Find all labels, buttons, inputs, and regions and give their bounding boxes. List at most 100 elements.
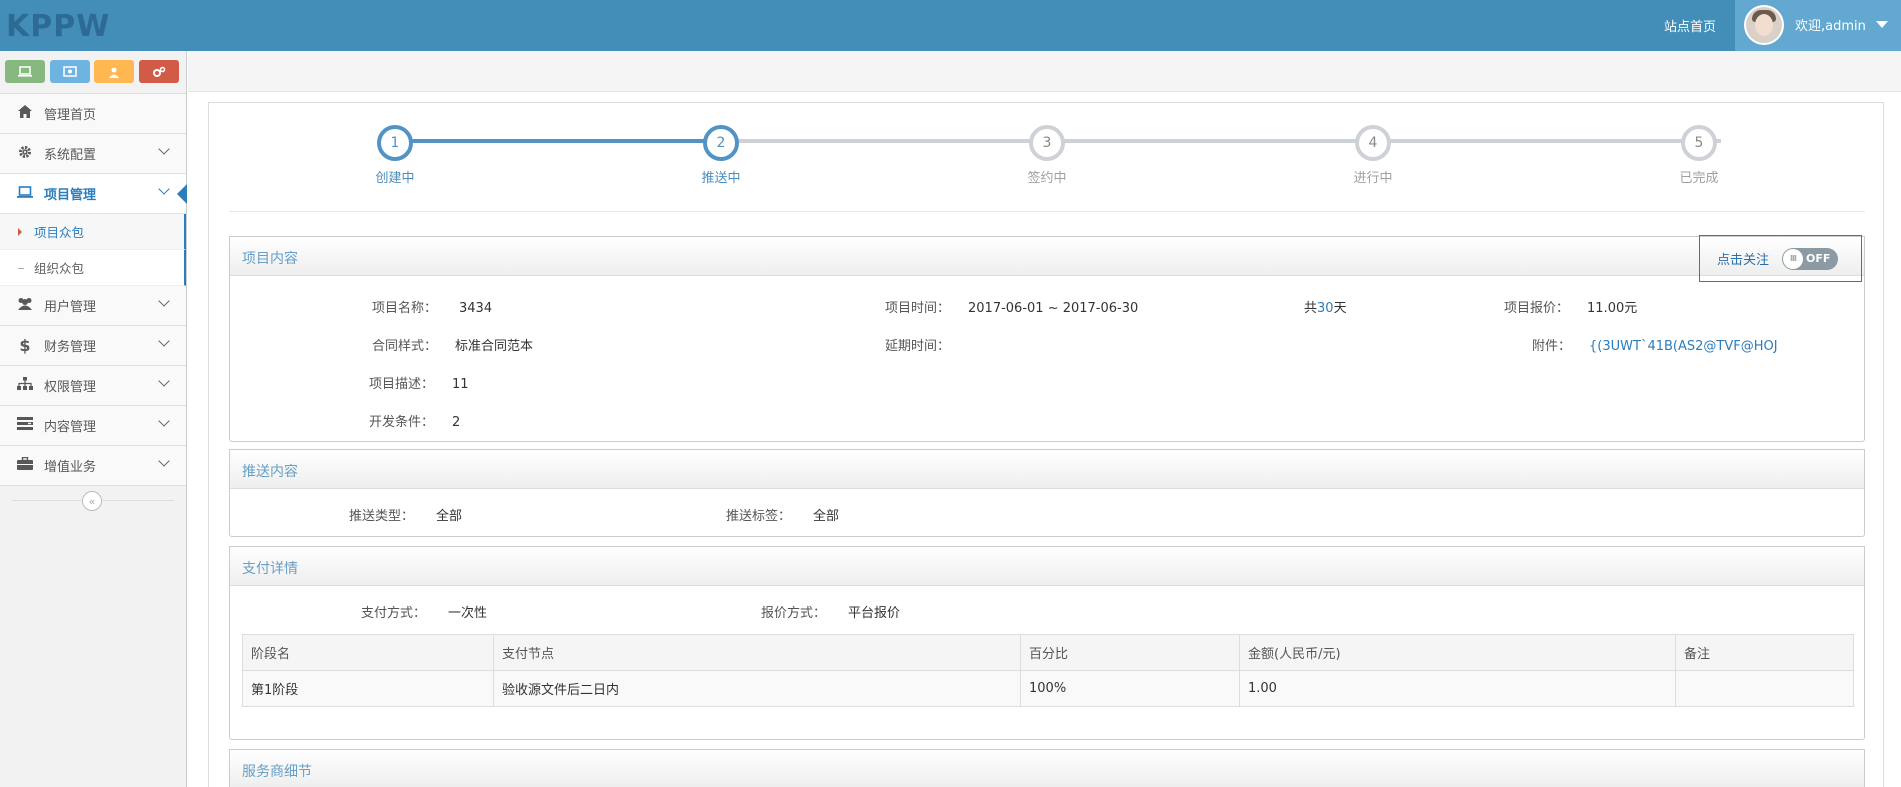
step-5: 5 已完成 bbox=[1659, 125, 1739, 186]
sidebar-subitem-label: 项目众包 bbox=[34, 225, 85, 240]
step-line-done bbox=[395, 139, 721, 143]
chevron-down-icon bbox=[158, 183, 170, 195]
field-attachment: 附件： {(3UWT`41B(AS2@TVF@HOJ bbox=[1532, 339, 1778, 354]
field-conditions: 开发条件： 2 bbox=[369, 415, 461, 430]
sidebar-subitem-project-crowdsourcing[interactable]: 项目众包 bbox=[0, 214, 186, 250]
field-push-type: 推送类型： 全部 bbox=[349, 509, 463, 524]
box-title: 项目内容 bbox=[242, 251, 298, 267]
follow-control: 点击关注 III OFF bbox=[1699, 235, 1862, 282]
col-percent: 百分比 bbox=[1020, 634, 1240, 671]
field-delay: 延期时间： bbox=[885, 339, 951, 354]
sidebar-item-system-config[interactable]: 系统配置 bbox=[0, 134, 186, 174]
step-3: 3 签约中 bbox=[1007, 125, 1087, 186]
box-header: 推送内容 bbox=[230, 450, 1864, 489]
dollar-icon: $ bbox=[19, 336, 31, 355]
sidebar: 管理首页 系统配置 项目管理 项目众包 组织众包 用户管理 $ 财务管理 权限管… bbox=[0, 51, 187, 787]
step-2: 2 推送中 bbox=[681, 125, 761, 186]
sidebar-item-label: 权限管理 bbox=[44, 380, 97, 395]
field-project-price: 项目报价： 11.00元 bbox=[1504, 301, 1638, 316]
chevron-down-icon bbox=[158, 375, 170, 387]
step-line-pending bbox=[721, 139, 1721, 143]
sitemap-icon bbox=[16, 377, 34, 394]
sidebar-item-content[interactable]: 内容管理 bbox=[0, 406, 186, 446]
field-quote-method: 报价方式： 平台报价 bbox=[761, 606, 901, 621]
sidebar-item-value-added[interactable]: 增值业务 bbox=[0, 446, 186, 486]
sidebar-item-label: 系统配置 bbox=[44, 148, 97, 163]
field-project-days: 共30天 bbox=[1304, 301, 1347, 316]
logo[interactable]: KPPW bbox=[6, 9, 110, 44]
chevron-down-icon bbox=[158, 143, 170, 155]
sidebar-item-label: 内容管理 bbox=[44, 420, 97, 435]
sidebar-item-label: 增值业务 bbox=[44, 460, 97, 475]
table-row: 第1阶段 验收源文件后二日内 100% 1.00 bbox=[242, 670, 1854, 707]
col-remark: 备注 bbox=[1675, 634, 1854, 671]
col-amount: 金额(人民币/元) bbox=[1239, 634, 1676, 671]
step-1: 1 创建中 bbox=[355, 125, 435, 186]
box-header: 支付详情 bbox=[230, 547, 1864, 586]
service-provider-box: 服务商细节 bbox=[229, 749, 1865, 787]
sidebar-subitem-org-crowdsourcing[interactable]: 组织众包 bbox=[0, 250, 186, 286]
step-4: 4 进行中 bbox=[1333, 125, 1413, 186]
eye-icon[interactable] bbox=[50, 60, 90, 83]
field-contract: 合同样式： 标准合同范本 bbox=[372, 339, 534, 354]
shortcut-bar bbox=[0, 51, 186, 94]
field-payment-method: 支付方式： 一次性 bbox=[361, 606, 488, 621]
field-project-time: 项目时间： 2017-06-01 ~ 2017-06-30 bbox=[885, 301, 1139, 316]
laptop-icon bbox=[16, 185, 34, 202]
chevron-down-icon bbox=[158, 295, 170, 307]
chevron-down-icon bbox=[158, 335, 170, 347]
top-navbar: KPPW 站点首页 欢迎,admin bbox=[0, 0, 1901, 51]
chevron-down-icon bbox=[158, 455, 170, 467]
progress-steps: 1 创建中 2 推送中 3 签约中 4 进行中 5 已完成 bbox=[209, 103, 1885, 223]
sidebar-item-label: 用户管理 bbox=[44, 300, 97, 315]
project-detail-panel: 1创建中 2推送中 3签约中 4进行中 5已完成 项目内容 点击关注 bbox=[208, 102, 1884, 787]
box-title: 支付详情 bbox=[242, 561, 298, 577]
breadcrumb bbox=[188, 51, 1901, 92]
sidebar-subitem-label: 组织众包 bbox=[34, 261, 85, 276]
chevron-down-icon bbox=[158, 415, 170, 427]
caret-down-icon bbox=[1876, 21, 1888, 28]
box-title: 推送内容 bbox=[242, 464, 298, 480]
list-icon bbox=[16, 417, 34, 434]
main-content: 1创建中 2推送中 3签约中 4进行中 5已完成 项目内容 点击关注 bbox=[188, 51, 1901, 787]
cogs-icon[interactable] bbox=[139, 60, 179, 83]
col-node: 支付节点 bbox=[493, 634, 1021, 671]
follow-label: 点击关注 bbox=[1717, 253, 1770, 268]
sidebar-item-permissions[interactable]: 权限管理 bbox=[0, 366, 186, 406]
home-icon bbox=[16, 105, 34, 122]
box-header: 服务商细节 bbox=[230, 750, 1864, 787]
field-description: 项目描述： 11 bbox=[369, 377, 469, 392]
follow-toggle[interactable]: III OFF bbox=[1782, 247, 1839, 270]
toggle-knob: III bbox=[1783, 248, 1804, 269]
caret-right-icon bbox=[18, 228, 22, 236]
laptop-icon[interactable] bbox=[5, 60, 45, 83]
sidebar-item-label: 项目管理 bbox=[44, 188, 97, 203]
field-push-tag: 推送标签： 全部 bbox=[726, 509, 840, 524]
sidebar-collapse: « bbox=[0, 486, 186, 516]
user-menu[interactable]: 欢迎,admin bbox=[1735, 0, 1901, 51]
user-icon[interactable] bbox=[94, 60, 134, 83]
site-home-link[interactable]: 站点首页 bbox=[1664, 16, 1716, 35]
table-header-row: 阶段名 支付节点 百分比 金额(人民币/元) 备注 bbox=[242, 634, 1854, 671]
field-project-name: 项目名称： 3434 bbox=[372, 301, 493, 316]
push-content-box: 推送内容 推送类型： 全部 推送标签： 全部 bbox=[229, 449, 1865, 537]
sidebar-item-label: 财务管理 bbox=[44, 340, 97, 355]
payment-details-box: 支付详情 支付方式： 一次性 报价方式： 平台报价 阶段名 支付节点 百分比 金额(… bbox=[229, 546, 1865, 740]
col-stage: 阶段名 bbox=[242, 634, 494, 671]
users-icon bbox=[16, 297, 34, 314]
gear-icon bbox=[16, 145, 34, 163]
sidebar-item-project-management[interactable]: 项目管理 bbox=[0, 174, 187, 214]
payment-table: 阶段名 支付节点 百分比 金额(人民币/元) 备注 第1阶段 验收源文件后二日内… bbox=[242, 634, 1854, 707]
sidebar-item-finance[interactable]: $ 财务管理 bbox=[0, 326, 186, 366]
box-title: 服务商细节 bbox=[242, 764, 312, 780]
attachment-link[interactable]: {(3UWT`41B(AS2@TVF@HOJ bbox=[1589, 339, 1778, 354]
box-header: 项目内容 点击关注 III OFF bbox=[230, 235, 1864, 282]
double-angle-left-icon[interactable]: « bbox=[82, 491, 102, 511]
project-content-box: 项目内容 点击关注 III OFF 项目名称： 3434 项目时间： 2017-06… bbox=[229, 235, 1865, 442]
sidebar-item-dashboard[interactable]: 管理首页 bbox=[0, 94, 186, 134]
sidebar-item-label: 管理首页 bbox=[44, 108, 97, 123]
dash-icon bbox=[18, 268, 24, 269]
briefcase-icon bbox=[16, 456, 34, 474]
sidebar-item-user-management[interactable]: 用户管理 bbox=[0, 286, 186, 326]
avatar bbox=[1744, 5, 1784, 45]
